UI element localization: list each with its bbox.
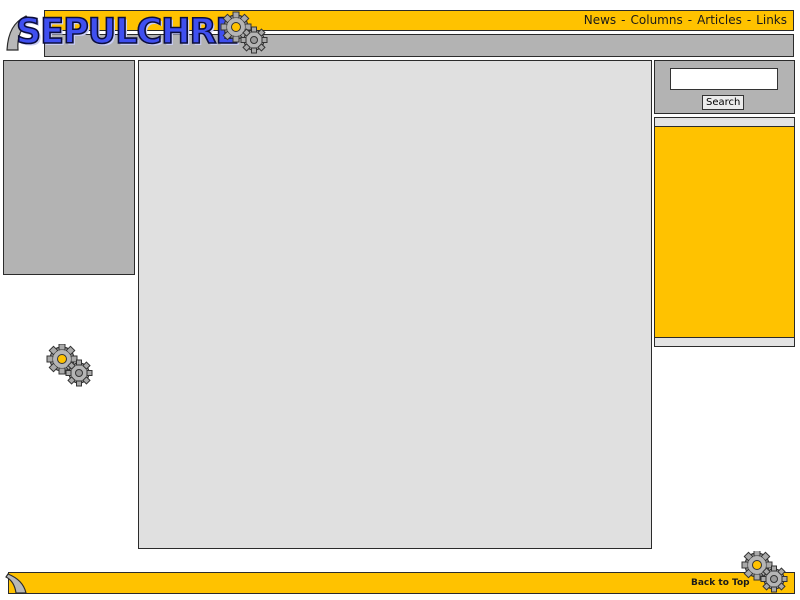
main-content-panel: [138, 60, 652, 549]
gears-icon: [220, 11, 268, 54]
site-logo[interactable]: SEPULCHRE: [15, 11, 240, 53]
footer-bar: [8, 572, 795, 594]
right-panel-header: [655, 118, 794, 127]
right-panel-footer: [655, 337, 794, 346]
nav-separator: -: [687, 13, 693, 27]
nav-separator: -: [746, 13, 752, 27]
left-sidebar-panel: [3, 60, 135, 275]
right-sidebar-panel: [654, 117, 795, 347]
nav-link-articles[interactable]: Articles: [697, 13, 742, 27]
gears-icon: [741, 551, 788, 593]
nav-separator: -: [621, 13, 626, 27]
search-box: Search: [654, 60, 795, 114]
page: News - Columns - Articles - Links SEPULCHRE: [0, 0, 800, 600]
nav-link-columns[interactable]: Columns: [631, 13, 683, 27]
nav-link-links[interactable]: Links: [756, 13, 787, 27]
nav-link-news[interactable]: News: [584, 13, 616, 27]
top-nav: News - Columns - Articles - Links: [584, 13, 787, 27]
gears-icon: [46, 344, 93, 387]
search-button[interactable]: Search: [702, 95, 745, 110]
search-input[interactable]: [670, 68, 778, 90]
footer-swoosh-icon: [5, 573, 27, 594]
